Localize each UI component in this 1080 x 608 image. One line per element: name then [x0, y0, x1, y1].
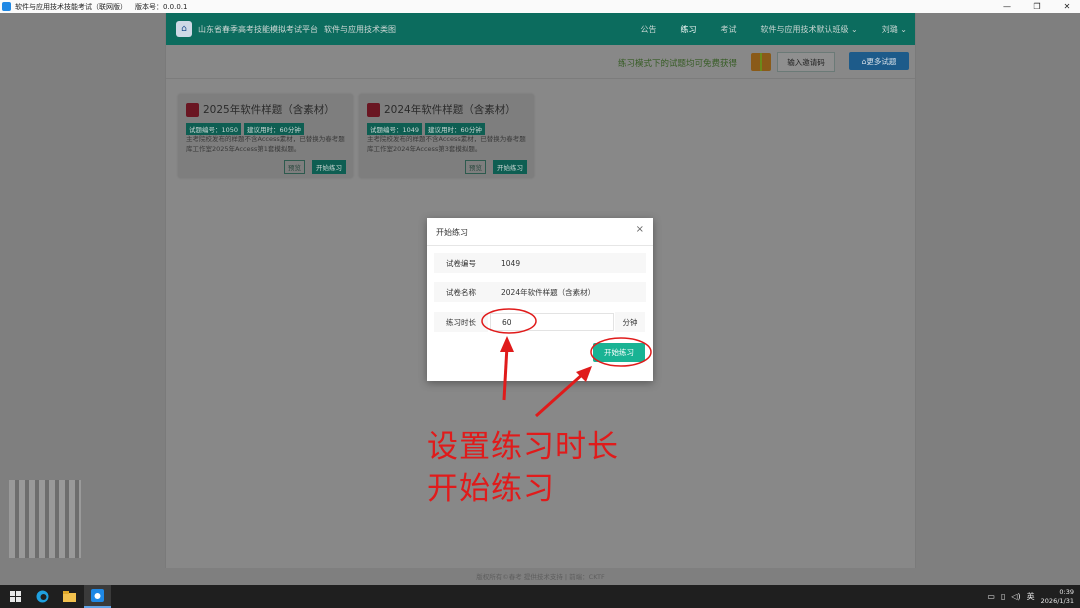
- clock[interactable]: 0:39 2026/1/31: [1041, 588, 1074, 606]
- taskbar-active-app[interactable]: [84, 585, 111, 608]
- input-method-indicator[interactable]: 英: [1027, 591, 1035, 602]
- start-button-highlight-ellipse: [590, 337, 652, 367]
- taskbar: ▭ ▯ ◁) 英 0:39 2026/1/31: [0, 585, 1080, 608]
- system-tray: ▭ ▯ ◁) 英 0:39 2026/1/31: [987, 585, 1074, 608]
- annotation-caption: 设置练习时长 开始练习: [427, 426, 619, 510]
- annotation-overlay: [481, 308, 652, 418]
- file-explorer-icon[interactable]: [62, 589, 77, 604]
- app-taskbar-icon: [91, 589, 104, 602]
- edge-browser-icon[interactable]: [35, 589, 50, 604]
- network-icon[interactable]: ▭: [987, 592, 995, 601]
- annotation-arrow: [502, 345, 509, 401]
- annotation-arrow: [534, 371, 586, 418]
- clock-date: 2026/1/31: [1040, 596, 1074, 605]
- volume-icon[interactable]: ◁): [1011, 592, 1020, 601]
- annotation-arrowhead: [500, 336, 514, 352]
- annotation-line-2: 开始练习: [427, 471, 555, 507]
- battery-icon[interactable]: ▯: [1001, 592, 1005, 601]
- duration-highlight-ellipse: [481, 308, 537, 334]
- clock-time: 0:39: [1059, 587, 1074, 596]
- annotation-line-1: 设置练习时长: [427, 429, 619, 465]
- windows-start-icon[interactable]: [8, 589, 23, 604]
